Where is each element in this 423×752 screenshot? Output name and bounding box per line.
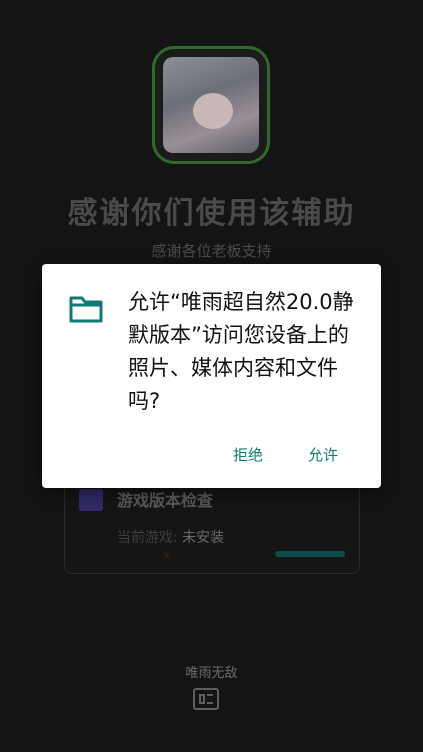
warning-mark-icon: ✕ [163,551,172,562]
footer-text: 唯雨无敌 [185,666,238,681]
deny-button[interactable]: 拒绝 [233,444,263,465]
page-subtitle: 感谢各位老板支持 [151,242,272,260]
game-status-value: 未安装 [182,530,225,546]
dialog-message: 允许“唯雨超自然20.0静默版本”访问您设备上的照片、媒体内容和文件吗? [128,290,354,413]
avatar-image [163,57,259,153]
game-status-label: 当前游戏: [117,530,178,546]
folder-icon [69,296,103,323]
avatar [152,46,270,164]
card-action-button[interactable] [275,551,345,557]
app-grid-icon[interactable] [193,688,219,710]
card-title: 游戏版本检查 [117,491,214,510]
allow-button[interactable]: 允许 [308,444,338,465]
avatar-face [193,93,233,129]
game-status-row: 当前游戏: 未安装 [117,527,224,547]
page-title: 感谢你们使用该辅助 [67,196,356,231]
permission-dialog: 允许“唯雨超自然20.0静默版本”访问您设备上的照片、媒体内容和文件吗? 拒绝 … [42,264,381,488]
card-icon [79,489,103,511]
